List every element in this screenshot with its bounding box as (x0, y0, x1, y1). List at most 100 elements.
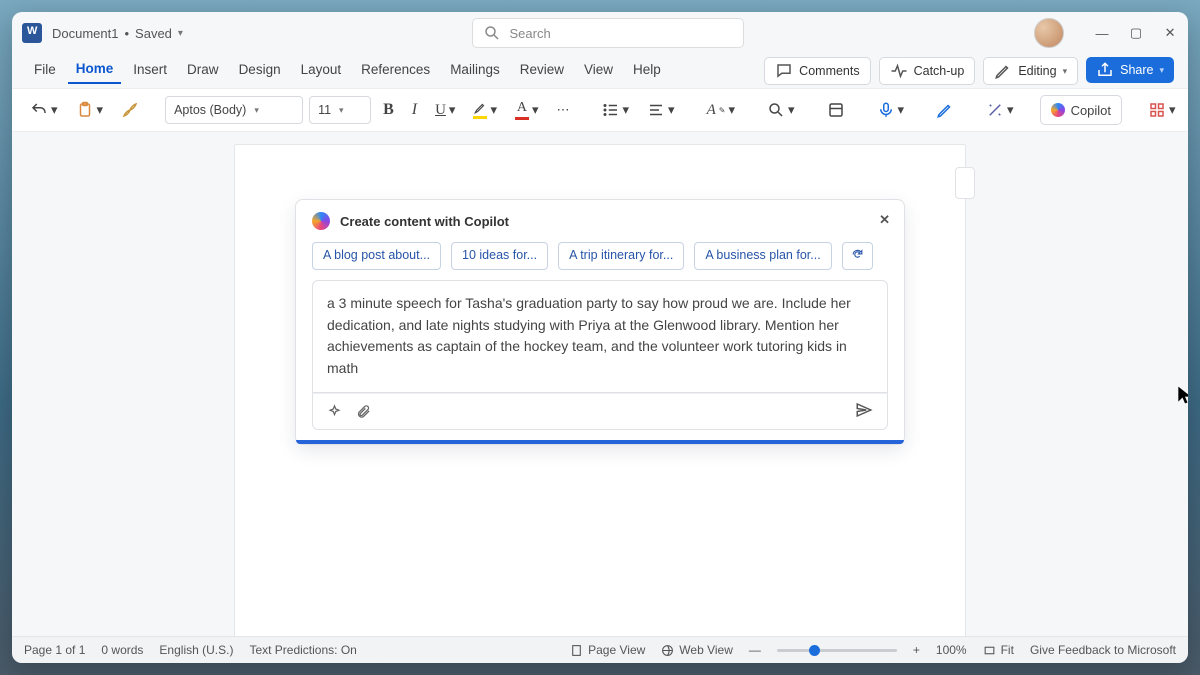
underline-button[interactable]: U▾ (429, 98, 461, 123)
chevron-down-icon: ▾ (788, 102, 795, 118)
copilot-prompt-input[interactable]: a 3 minute speech for Tasha's graduation… (312, 280, 888, 393)
suggestion-blog[interactable]: A blog post about... (312, 242, 441, 270)
suggestion-itinerary[interactable]: A trip itinerary for... (558, 242, 684, 270)
maximize-button[interactable]: ▢ (1128, 25, 1144, 41)
word-app-icon (22, 23, 42, 43)
tab-view[interactable]: View (576, 60, 621, 83)
tab-home[interactable]: Home (68, 59, 122, 84)
refresh-suggestions-button[interactable] (842, 242, 873, 270)
close-button[interactable]: ✕ (1162, 25, 1178, 41)
catchup-button[interactable]: Catch-up (879, 57, 976, 85)
tab-references[interactable]: References (353, 60, 438, 83)
chevron-down-icon: ▾ (97, 102, 104, 118)
bullets-button[interactable]: ▾ (596, 97, 636, 123)
zoom-level[interactable]: 100% (936, 643, 967, 657)
search-icon (483, 24, 501, 42)
search-input[interactable]: Search (472, 18, 744, 48)
send-icon (855, 401, 873, 419)
document-page[interactable]: Create content with Copilot ✕ A blog pos… (234, 144, 966, 636)
copilot-suggestions: A blog post about... 10 ideas for... A t… (296, 242, 904, 280)
addins-button[interactable]: ▾ (1142, 97, 1182, 123)
document-canvas[interactable]: Create content with Copilot ✕ A blog pos… (12, 132, 1188, 636)
wand-icon (986, 101, 1004, 119)
web-view-button[interactable]: Web View (661, 643, 733, 657)
font-color-button[interactable]: A▾ (509, 96, 545, 124)
status-bar: Page 1 of 1 0 words English (U.S.) Text … (12, 636, 1188, 663)
text-predictions-status[interactable]: Text Predictions: On (249, 643, 356, 657)
undo-button[interactable]: ▾ (24, 97, 64, 123)
tab-design[interactable]: Design (231, 60, 289, 83)
language-indicator[interactable]: English (U.S.) (159, 643, 233, 657)
chevron-down-icon: ▾ (623, 102, 630, 118)
tab-draw[interactable]: Draw (179, 60, 227, 83)
side-handle[interactable] (955, 167, 975, 199)
highlighter-icon (473, 101, 487, 115)
fit-button[interactable]: Fit (983, 643, 1014, 657)
editing-mode-button[interactable]: Editing ▾ (983, 57, 1078, 85)
styles-icon: A (707, 102, 716, 119)
font-size-select[interactable]: 11▾ (309, 96, 371, 124)
layout-icon (827, 101, 845, 119)
copilot-panel-title: Create content with Copilot (340, 214, 509, 229)
search-icon (767, 101, 785, 119)
comments-button[interactable]: Comments (764, 57, 870, 85)
attachment-icon[interactable] (356, 404, 371, 419)
highlight-button[interactable]: ▾ (467, 97, 503, 123)
list-icon (602, 101, 620, 119)
document-title[interactable]: Document1 • Saved ▾ (52, 26, 183, 41)
user-avatar[interactable] (1034, 18, 1064, 48)
undo-icon (30, 101, 48, 119)
tab-review[interactable]: Review (512, 60, 572, 83)
chevron-down-icon: ▾ (728, 102, 735, 118)
web-view-icon (661, 644, 674, 657)
chevron-down-icon: ▾ (178, 28, 183, 39)
word-count[interactable]: 0 words (101, 643, 143, 657)
sparkle-icon[interactable] (327, 404, 342, 419)
feedback-link[interactable]: Give Feedback to Microsoft (1030, 643, 1176, 657)
activity-icon (890, 62, 908, 80)
mouse-cursor-icon (1175, 385, 1188, 411)
pencil-icon (994, 62, 1012, 80)
styles-button[interactable]: A✎▾ (701, 98, 741, 123)
page-indicator[interactable]: Page 1 of 1 (24, 643, 85, 657)
italic-button[interactable]: I (406, 97, 423, 123)
zoom-in-button[interactable]: + (913, 643, 920, 657)
grid-icon (1148, 101, 1166, 119)
suggestion-business-plan[interactable]: A business plan for... (694, 242, 831, 270)
tab-file[interactable]: File (26, 60, 64, 83)
format-painter-button[interactable] (115, 97, 145, 123)
zoom-out-button[interactable]: — (749, 643, 761, 657)
brush-icon (121, 101, 139, 119)
alignment-button[interactable]: ▾ (641, 97, 681, 123)
send-button[interactable] (855, 401, 873, 422)
zoom-knob[interactable] (809, 645, 820, 656)
suggestion-ideas[interactable]: 10 ideas for... (451, 242, 548, 270)
italic-icon: I (412, 101, 417, 119)
page-view-button[interactable]: Page View (570, 643, 645, 657)
close-panel-button[interactable]: ✕ (879, 212, 890, 228)
dictate-button[interactable]: ▾ (871, 97, 911, 123)
editor-button[interactable] (930, 97, 960, 123)
paste-button[interactable]: ▾ (70, 97, 110, 123)
refresh-icon (851, 248, 864, 261)
copilot-button[interactable]: Copilot (1040, 95, 1122, 125)
panel-accent-bar (296, 440, 904, 444)
minimize-button[interactable]: — (1094, 25, 1110, 41)
zoom-slider[interactable] (777, 649, 897, 652)
rewrite-button[interactable]: ▾ (980, 97, 1020, 123)
font-family-select[interactable]: Aptos (Body)▾ (165, 96, 303, 124)
tab-mailings[interactable]: Mailings (442, 60, 508, 83)
designer-button[interactable] (821, 97, 851, 123)
title-bar: Document1 • Saved ▾ Search — ▢ ✕ (12, 12, 1188, 54)
clipboard-icon (76, 101, 94, 119)
chevron-down-icon: ▾ (1007, 102, 1014, 118)
bold-button[interactable]: B (377, 97, 400, 123)
tab-help[interactable]: Help (625, 60, 669, 83)
menu-bar: File Home Insert Draw Design Layout Refe… (12, 54, 1188, 88)
chevron-down-icon: ▾ (668, 102, 675, 118)
share-button[interactable]: Share ▾ (1086, 57, 1174, 83)
more-font-button[interactable]: ⋯ (551, 98, 576, 122)
find-button[interactable]: ▾ (761, 97, 801, 123)
tab-layout[interactable]: Layout (293, 60, 350, 83)
tab-insert[interactable]: Insert (125, 60, 175, 83)
